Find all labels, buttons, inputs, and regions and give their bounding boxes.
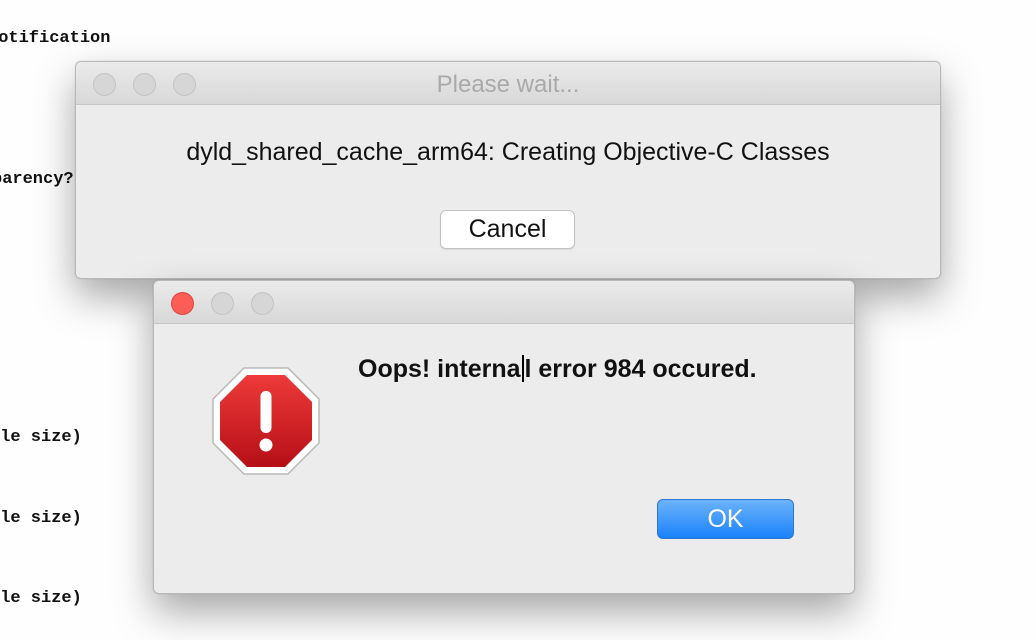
minimize-button[interactable] <box>211 292 234 315</box>
alert-window-titlebar[interactable] <box>154 281 854 324</box>
window-title: Please wait... <box>436 71 580 98</box>
progress-window: Please wait... dyld_shared_cache_arm64: … <box>75 61 941 279</box>
background-text-line: ble size) <box>0 589 82 608</box>
text-caret <box>521 355 524 382</box>
close-button[interactable] <box>171 292 194 315</box>
stop-alert-icon <box>212 367 320 475</box>
zoom-button[interactable] <box>251 292 274 315</box>
progress-message: dyld_shared_cache_arm64: Creating Object… <box>186 138 830 166</box>
background-text-line: Notification <box>0 29 111 48</box>
alert-message-part: Oops! interna <box>358 355 521 383</box>
alert-message-part: l error 984 occured. <box>524 355 757 383</box>
background-text-line: parency? <box>0 170 74 189</box>
ok-button[interactable]: OK <box>657 499 794 539</box>
progress-window-titlebar[interactable]: Please wait... <box>76 62 940 105</box>
background-text-line: ble size) <box>0 428 82 447</box>
alert-message: Oops! interna l error 984 occured. <box>358 355 757 384</box>
background-text-line: ble size) <box>0 509 82 528</box>
alert-window: Oops! interna l error 984 occured. OK <box>153 280 855 594</box>
cancel-button[interactable]: Cancel <box>440 210 575 249</box>
